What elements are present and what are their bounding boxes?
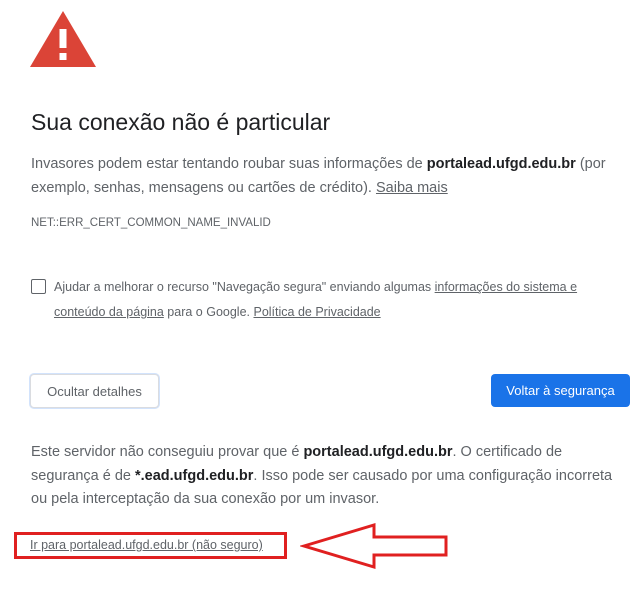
- domain-name: portalead.ufgd.edu.br: [426, 156, 576, 172]
- learn-more-link[interactable]: Saiba mais: [376, 180, 448, 196]
- details-message: Este servidor não conseguiu provar que é…: [31, 441, 631, 512]
- details-domain: portalead.ufgd.edu.br: [303, 444, 453, 460]
- optin-prefix: Ajudar a melhorar o recurso "Navegação s…: [54, 280, 435, 294]
- error-code: NET::ERR_CERT_COMMON_NAME_INVALID: [31, 217, 271, 229]
- page-title: Sua conexão não é particular: [31, 109, 331, 135]
- optin-middle: para o Google.: [163, 305, 254, 319]
- proceed-unsafe-link[interactable]: Ir para portalead.ufgd.edu.br (não segur…: [30, 538, 263, 552]
- safe-browsing-checkbox[interactable]: [31, 279, 46, 294]
- privacy-policy-link[interactable]: Política de Privacidade: [253, 305, 380, 319]
- back-to-safety-button[interactable]: Voltar à segurança: [491, 374, 630, 407]
- warning-triangle-icon: [30, 11, 96, 67]
- main-message: Invasores podem estar tentando roubar su…: [31, 152, 631, 200]
- details-part1: Este servidor não conseguiu provar que é: [31, 444, 304, 460]
- red-arrow-left-icon: [300, 522, 448, 570]
- explanation-prefix: Invasores podem estar tentando roubar su…: [31, 156, 427, 172]
- hide-details-button[interactable]: Ocultar detalhes: [30, 374, 159, 408]
- safe-browsing-optin-text: Ajudar a melhorar o recurso "Navegação s…: [54, 275, 614, 325]
- certificate-domain: *.ead.ufgd.edu.br: [135, 467, 254, 484]
